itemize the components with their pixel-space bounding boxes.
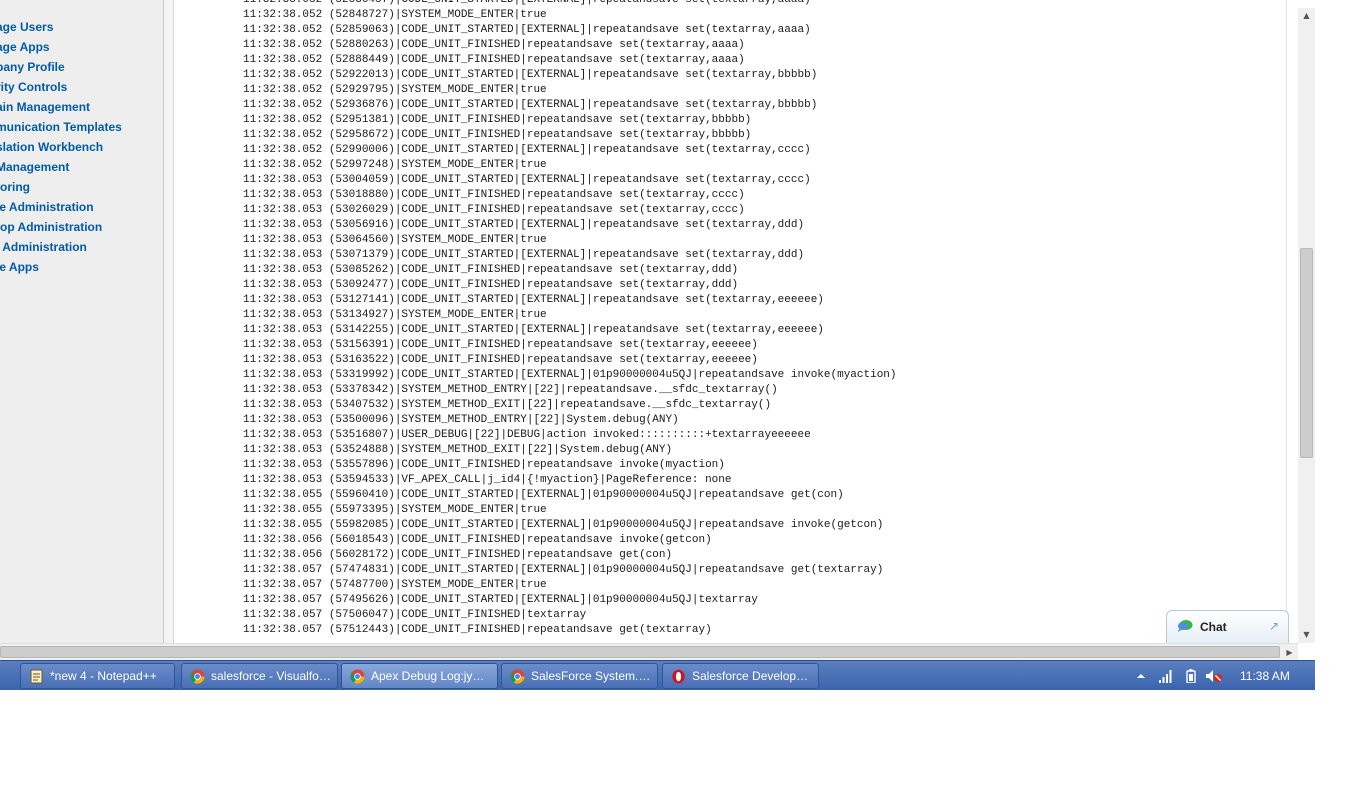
log-line: 11:32:38.052 (52958672)|CODE_UNIT_FINISH… — [243, 129, 752, 141]
log-line: 11:32:38.053 (53134927)|SYSTEM_MODE_ENTE… — [243, 309, 547, 321]
show-hidden-icons-icon[interactable] — [1136, 669, 1146, 683]
sidebar-item-translation-workbench[interactable]: slation Workbench — [0, 137, 122, 157]
horizontal-scrollbar-thumb[interactable] — [0, 646, 1280, 658]
chrome-icon — [510, 669, 525, 684]
log-line: 11:32:38.053 (53557896)|CODE_UNIT_FINISH… — [243, 459, 725, 471]
taskbar-item-label: salesforce - Visualfor... — [211, 669, 331, 683]
taskbar-item-salesforce-visualforce[interactable]: salesforce - Visualfor... — [181, 663, 338, 689]
log-line: 11:32:38.053 (53026029)|CODE_UNIT_FINISH… — [243, 204, 745, 216]
volume-muted-icon[interactable] — [1205, 669, 1223, 683]
log-line: 11:32:38.052 (52848727)|SYSTEM_MODE_ENTE… — [243, 9, 547, 21]
log-line: 11:32:38.053 (53407532)|SYSTEM_METHOD_EX… — [243, 399, 772, 411]
chat-bubble-icon — [1178, 620, 1193, 632]
log-line: 11:32:38.053 (53594533)|VF_APEX_CALL|j_i… — [243, 474, 732, 486]
log-line: 11:32:38.053 (53092477)|CODE_UNIT_FINISH… — [243, 279, 739, 291]
scroll-up-arrow-icon[interactable]: ▲ — [1298, 8, 1315, 24]
taskbar-item-notepad[interactable]: *new 4 - Notepad++ — [20, 663, 175, 689]
log-line: 11:32:38.057 (57474831)|CODE_UNIT_STARTE… — [243, 564, 884, 576]
sidebar-item-company-profile[interactable]: pany Profile — [0, 57, 122, 77]
taskbar-item-salesforce-system[interactable]: SalesForce System.T... — [501, 663, 658, 689]
sidebar-item-data-management[interactable]: Management — [0, 157, 122, 177]
taskbar-item-apex-debug-log[interactable]: Apex Debug Log:jyot... — [341, 663, 498, 689]
log-line: 11:32:38.053 (53516807)|USER_DEBUG|[22]|… — [243, 429, 811, 441]
chrome-icon — [190, 669, 205, 684]
sidebar-item-manage-apps[interactable]: age Apps — [0, 37, 122, 57]
log-line: 11:32:38.055 (55982085)|CODE_UNIT_STARTE… — [243, 519, 884, 531]
chrome-icon — [350, 669, 365, 684]
network-signal-icon[interactable] — [1158, 669, 1174, 683]
taskbar-item-salesforce-developer[interactable]: Salesforce Developer... — [662, 663, 819, 689]
sidebar-item-domain-management[interactable]: ain Management — [0, 97, 122, 117]
log-line: 11:32:38.053 (53524888)|SYSTEM_METHOD_EX… — [243, 444, 673, 456]
sidebar-list: age Users age Apps pany Profile rity Con… — [0, 17, 122, 277]
log-line: 11:32:38.057 (57487700)|SYSTEM_MODE_ENTE… — [243, 579, 547, 591]
setup-sidebar: age Users age Apps pany Profile rity Con… — [0, 0, 164, 643]
taskbar-clock[interactable]: 11:38 AM — [1240, 669, 1290, 683]
log-line: 11:32:38.053 (53378342)|SYSTEM_METHOD_EN… — [243, 384, 778, 396]
log-line: 11:32:38.052 (52997248)|SYSTEM_MODE_ENTE… — [243, 159, 547, 171]
opera-icon — [672, 669, 685, 684]
log-line: 11:32:38.057 (57495626)|CODE_UNIT_STARTE… — [243, 594, 758, 606]
log-line: 11:32:38.056 (56028172)|CODE_UNIT_FINISH… — [243, 549, 673, 561]
log-line: 11:32:38.053 (53064560)|SYSTEM_MODE_ENTE… — [243, 234, 547, 246]
log-line: 11:32:38.052 (52836457)|CODE_UNIT_STARTE… — [243, 0, 811, 6]
log-line: 11:32:38.052 (52888449)|CODE_UNIT_FINISH… — [243, 54, 745, 66]
scroll-down-arrow-icon[interactable]: ▼ — [1298, 627, 1315, 643]
sidebar-item-google-apps[interactable]: le Apps — [0, 257, 122, 277]
chat-label: Chat — [1200, 620, 1227, 634]
sidebar-item-manage-users[interactable]: age Users — [0, 17, 122, 37]
log-line: 11:32:38.053 (53071379)|CODE_UNIT_STARTE… — [243, 249, 805, 261]
log-line: 11:32:38.052 (52929795)|SYSTEM_MODE_ENTE… — [243, 84, 547, 96]
log-line: 11:32:38.052 (52859063)|CODE_UNIT_STARTE… — [243, 24, 811, 36]
scroll-right-arrow-icon[interactable]: ▶ — [1281, 644, 1298, 661]
log-line: 11:32:38.053 (53018880)|CODE_UNIT_FINISH… — [243, 189, 745, 201]
log-line: 11:32:38.055 (55960410)|CODE_UNIT_STARTE… — [243, 489, 844, 501]
sidebar-item-communication-templates[interactable]: munication Templates — [0, 117, 122, 137]
log-line: 11:32:38.052 (52936876)|CODE_UNIT_STARTE… — [243, 99, 818, 111]
taskbar-item-label: Salesforce Developer... — [692, 669, 812, 683]
debug-log-lines: 11:32:38.052 (52836457)|CODE_UNIT_STARTE… — [243, 0, 897, 638]
chat-widget[interactable]: Chat ↗ — [1166, 610, 1289, 643]
debug-log-panel: 11:32:38.052 (52836457)|CODE_UNIT_STARTE… — [175, 0, 1287, 643]
sidebar-item-security-controls[interactable]: rity Controls — [0, 77, 122, 97]
sidebar-item-desktop-administration[interactable]: top Administration — [0, 217, 122, 237]
taskbar-item-label: Apex Debug Log:jyot... — [371, 669, 491, 683]
log-line: 11:32:38.057 (57506047)|CODE_UNIT_FINISH… — [243, 609, 587, 621]
log-line: 11:32:38.053 (53004059)|CODE_UNIT_STARTE… — [243, 174, 811, 186]
log-line: 11:32:38.053 (53127141)|CODE_UNIT_STARTE… — [243, 294, 824, 306]
log-line: 11:32:38.052 (52880263)|CODE_UNIT_FINISH… — [243, 39, 745, 51]
log-line: 11:32:38.053 (53085262)|CODE_UNIT_FINISH… — [243, 264, 739, 276]
sidebar-item-mobile-administration[interactable]: le Administration — [0, 197, 122, 217]
log-line: 11:32:38.052 (52922013)|CODE_UNIT_STARTE… — [243, 69, 818, 81]
expand-arrow-icon[interactable]: ↗ — [1269, 619, 1279, 633]
taskbar-item-label: *new 4 - Notepad++ — [50, 669, 157, 683]
screen: age Users age Apps pany Profile rity Con… — [0, 0, 1315, 690]
log-line: 11:32:38.052 (52951381)|CODE_UNIT_FINISH… — [243, 114, 752, 126]
vertical-scrollbar[interactable]: ▲ ▼ — [1298, 8, 1315, 643]
windows-taskbar: *new 4 - Notepad++ salesforce - Visualfo… — [0, 660, 1315, 690]
battery-icon[interactable] — [1186, 669, 1196, 683]
taskbar-item-label: SalesForce System.T... — [531, 669, 651, 683]
log-line: 11:32:38.053 (53500096)|SYSTEM_METHOD_EN… — [243, 414, 679, 426]
log-line: 11:32:38.053 (53163522)|CODE_UNIT_FINISH… — [243, 354, 758, 366]
sidebar-item-email-administration[interactable]: l Administration — [0, 237, 122, 257]
log-line: 11:32:38.053 (53056916)|CODE_UNIT_STARTE… — [243, 219, 805, 231]
log-line: 11:32:38.055 (55973395)|SYSTEM_MODE_ENTE… — [243, 504, 547, 516]
log-line: 11:32:38.056 (56018543)|CODE_UNIT_FINISH… — [243, 534, 712, 546]
horizontal-scrollbar[interactable]: ▶ — [0, 643, 1298, 660]
sidebar-item-monitoring[interactable]: toring — [0, 177, 122, 197]
log-line: 11:32:38.053 (53319992)|CODE_UNIT_STARTE… — [243, 369, 897, 381]
vertical-scrollbar-thumb[interactable] — [1300, 248, 1313, 458]
log-line: 11:32:38.053 (53156391)|CODE_UNIT_FINISH… — [243, 339, 758, 351]
sidebar-divider — [164, 0, 174, 643]
log-line: 11:32:38.052 (52990006)|CODE_UNIT_STARTE… — [243, 144, 811, 156]
notepad-icon — [30, 669, 43, 684]
log-line: 11:32:38.053 (53142255)|CODE_UNIT_STARTE… — [243, 324, 824, 336]
log-line: 11:32:38.057 (57512443)|CODE_UNIT_FINISH… — [243, 624, 712, 636]
